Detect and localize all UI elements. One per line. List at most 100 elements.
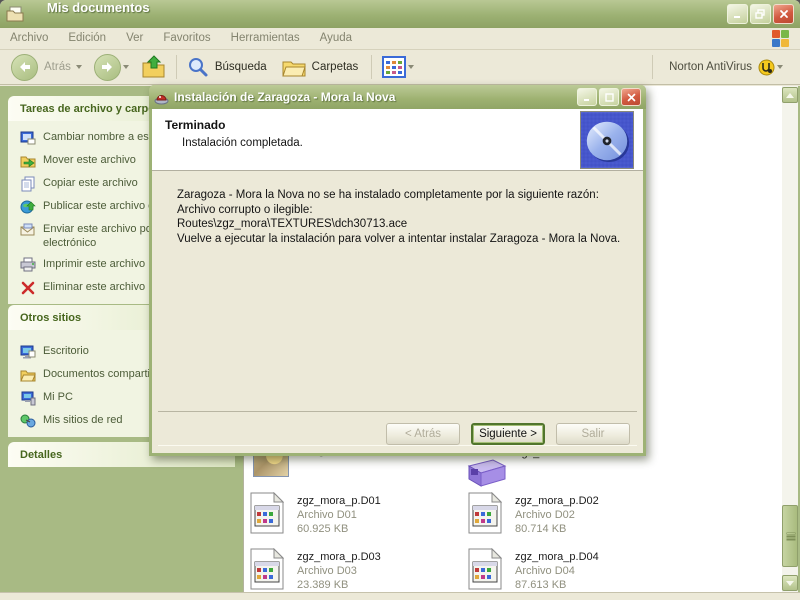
file-size: 87.613 KB (515, 578, 665, 592)
installer-app-icon (154, 90, 169, 105)
file-type: Archivo D04 (515, 564, 665, 578)
menu-favoritos[interactable]: Favoritos (153, 28, 220, 49)
views-button[interactable] (379, 54, 423, 80)
restore-icon (755, 9, 766, 19)
window-title: Mis documentos (47, 0, 197, 15)
file-type: Archivo D01 (297, 508, 447, 522)
explorer-window: Mis documentos Archivo Edición Ver Favor… (0, 0, 800, 600)
cd-icon (580, 111, 634, 169)
views-dropdown-icon[interactable] (408, 65, 414, 69)
norton-dropdown-icon[interactable] (777, 65, 783, 69)
toolbar-separator (371, 55, 372, 79)
menu-edicion[interactable]: Edición (58, 28, 116, 49)
minimize-button[interactable] (727, 4, 748, 24)
norton-label: Norton AntiVirus (669, 61, 752, 73)
restore-button[interactable] (750, 4, 771, 24)
file-size: 23.389 KB (297, 578, 447, 592)
place-label: Mi PC (43, 390, 73, 404)
close-icon (779, 9, 789, 19)
scroll-up-button[interactable] (782, 87, 798, 103)
rename-icon (20, 130, 36, 146)
data-file-icon (468, 548, 502, 595)
search-icon (187, 56, 209, 78)
file-tile-d03[interactable]: zgz_mora_p.D03 Archivo D03 23.389 KB (250, 546, 460, 596)
file-name: zgz_mora_p.D04 (515, 550, 665, 564)
dialog-close-button[interactable] (621, 88, 641, 106)
vertical-scrollbar[interactable] (782, 86, 798, 592)
dialog-minimize-button[interactable] (577, 88, 597, 106)
scroll-down-button[interactable] (782, 575, 798, 591)
menu-bar: Archivo Edición Ver Favoritos Herramient… (0, 28, 800, 50)
close-button[interactable] (773, 4, 794, 24)
shared-folder-icon (20, 367, 36, 383)
file-tile-d04[interactable]: zgz_mora_p.D04 Archivo D04 87.613 KB (468, 546, 678, 596)
data-file-icon (250, 548, 284, 595)
back-dropdown-icon[interactable] (76, 65, 82, 69)
dialog-message: Zaragoza - Mora la Nova no se ha instala… (152, 171, 643, 246)
task-label: Eliminar este archivo (43, 280, 145, 294)
menu-archivo[interactable]: Archivo (0, 28, 58, 49)
message-line: Archivo corrupto o ilegible: (177, 203, 643, 218)
message-line: Routes\zgz_mora\TEXTURES\dch30713.ace (177, 217, 643, 232)
menu-ver[interactable]: Ver (116, 28, 153, 49)
task-label: Mover este archivo (43, 153, 136, 167)
dialog-button-row: < Atrás Siguiente > Salir (158, 411, 637, 445)
publish-icon (20, 199, 36, 215)
back-button[interactable]: Atrás (8, 52, 91, 83)
file-tile-d02[interactable]: zgz_mora_p.D02 Archivo D02 80.714 KB (468, 490, 678, 540)
panel-title: Otros sitios (20, 312, 81, 324)
toolbar-separator (652, 55, 653, 79)
back-label: Atrás (44, 61, 71, 73)
scrollbar-thumb[interactable] (782, 505, 798, 567)
back-step-button[interactable]: < Atrás (386, 423, 460, 445)
dialog-title: Instalación de Zaragoza - Mora la Nova (174, 90, 395, 104)
panel-title: Tareas de archivo y carpeta (20, 103, 164, 115)
chevron-up-icon (786, 93, 794, 98)
toolbar: Atrás Búsqueda (0, 50, 800, 85)
message-line: Zaragoza - Mora la Nova no se ha instala… (177, 188, 643, 203)
network-icon (20, 413, 36, 429)
back-icon (11, 54, 38, 81)
views-icon (382, 56, 406, 78)
up-folder-icon (141, 55, 166, 79)
window-titlebar: Mis documentos (0, 0, 800, 28)
panel-title: Detalles (20, 449, 62, 461)
dialog-header: Terminado Instalación completada. (152, 109, 643, 171)
exit-button[interactable]: Salir (556, 423, 630, 445)
norton-icon (758, 59, 775, 76)
task-label: Copiar este archivo (43, 176, 138, 190)
forward-button[interactable] (91, 52, 138, 83)
print-icon (20, 257, 36, 273)
menu-herramientas[interactable]: Herramientas (221, 28, 310, 49)
place-label: Mis sitios de red (43, 413, 122, 427)
dialog-heading: Terminado (165, 118, 225, 132)
copy-icon (20, 176, 36, 192)
file-type: Archivo D02 (515, 508, 665, 522)
folders-button[interactable]: Carpetas (279, 55, 365, 79)
place-label: Escritorio (43, 344, 89, 358)
dialog-body: Terminado Instalación completada. (152, 109, 643, 453)
file-type: Archivo D03 (297, 564, 447, 578)
folders-label: Carpetas (312, 61, 359, 73)
search-button[interactable]: Búsqueda (184, 54, 273, 80)
up-button[interactable] (138, 53, 169, 81)
move-icon (20, 153, 36, 169)
forward-icon (94, 54, 121, 81)
next-button[interactable]: Siguiente > (471, 423, 545, 445)
computer-icon (20, 390, 36, 406)
dialog-subheading: Instalación completada. (182, 137, 303, 149)
folders-icon (282, 57, 306, 77)
email-icon (20, 222, 36, 238)
norton-antivirus-button[interactable]: Norton AntiVirus (660, 57, 792, 78)
file-size: 60.925 KB (297, 522, 447, 536)
dialog-maximize-button[interactable] (599, 88, 619, 106)
dialog-titlebar: Instalación de Zaragoza - Mora la Nova (149, 85, 646, 109)
task-label: Imprimir este archivo (43, 257, 145, 271)
chevron-down-icon (786, 581, 794, 586)
file-tile-d01[interactable]: zgz_mora_p.D01 Archivo D01 60.925 KB (250, 490, 460, 540)
menu-ayuda[interactable]: Ayuda (310, 28, 362, 49)
file-size: 80.714 KB (515, 522, 665, 536)
installer-dialog: Instalación de Zaragoza - Mora la Nova T… (149, 85, 646, 456)
data-file-icon (468, 492, 502, 539)
forward-dropdown-icon[interactable] (123, 65, 129, 69)
